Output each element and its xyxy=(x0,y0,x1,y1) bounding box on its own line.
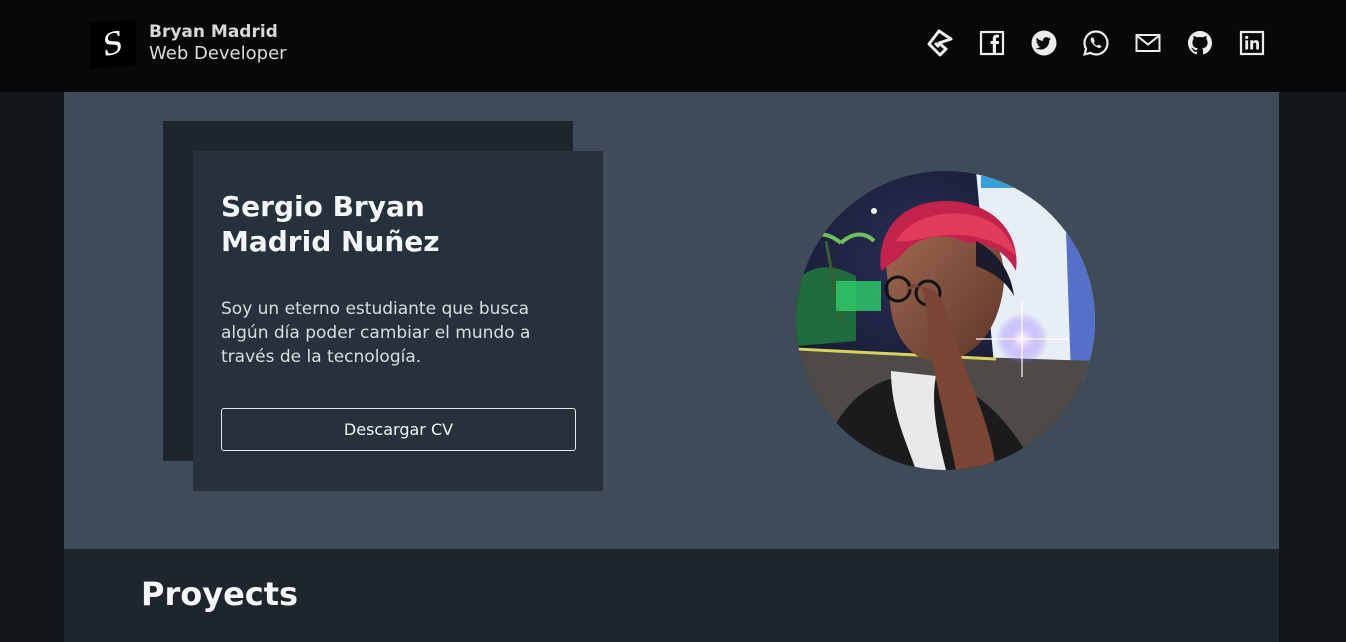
brand-name: Bryan Madrid xyxy=(149,22,278,43)
facebook-icon xyxy=(979,30,1005,56)
projects-section: Proyects xyxy=(64,549,1279,642)
bio-text: Soy un eterno estudiante que busca algún… xyxy=(221,299,531,367)
profile-photo-illustration xyxy=(796,171,1095,470)
site-header: S Bryan Madrid Web Developer xyxy=(0,0,1346,92)
hero-section: Sergio Bryan Madrid Nuñez Soy un eterno … xyxy=(64,92,1279,549)
brand-logo-initial: S xyxy=(99,24,127,64)
facebook-link[interactable] xyxy=(976,27,1008,59)
portfolio-icon xyxy=(927,29,953,57)
portfolio-link[interactable] xyxy=(924,27,956,59)
whatsapp-icon xyxy=(1083,30,1109,56)
brand-logo[interactable]: S xyxy=(90,19,136,69)
intro-card: Sergio Bryan Madrid Nuñez Soy un eterno … xyxy=(193,151,603,491)
github-link[interactable] xyxy=(1184,27,1216,59)
full-name-heading: Sergio Bryan Madrid Nuñez xyxy=(221,190,440,258)
social-links xyxy=(924,27,1268,59)
profile-photo xyxy=(796,171,1095,470)
download-cv-button[interactable]: Descargar CV xyxy=(221,408,576,451)
brand-text: Bryan Madrid Web Developer xyxy=(149,23,287,64)
github-icon xyxy=(1188,31,1212,55)
twitter-icon xyxy=(1031,30,1057,56)
projects-heading: Proyects xyxy=(141,575,299,613)
email-icon xyxy=(1135,34,1161,52)
linkedin-link[interactable] xyxy=(1236,27,1268,59)
brand[interactable]: S Bryan Madrid Web Developer xyxy=(90,19,287,69)
whatsapp-link[interactable] xyxy=(1080,27,1112,59)
brand-role: Web Developer xyxy=(149,42,287,64)
twitter-link[interactable] xyxy=(1028,27,1060,59)
linkedin-icon xyxy=(1239,30,1265,56)
email-link[interactable] xyxy=(1132,27,1164,59)
